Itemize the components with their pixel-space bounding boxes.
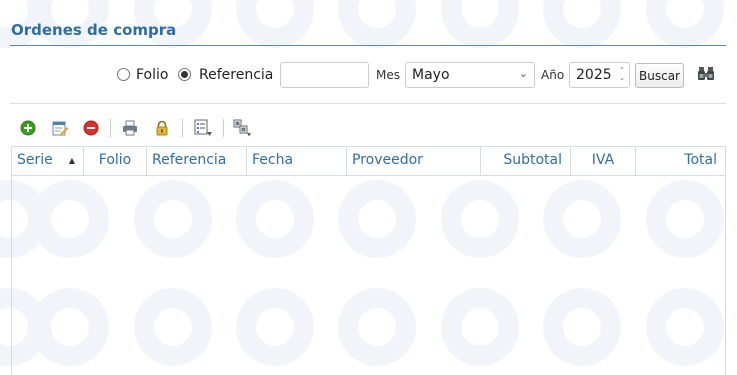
stepper-arrows-icon[interactable]: ⌃ ⌄ xyxy=(619,66,625,82)
referencia-input[interactable] xyxy=(280,62,369,88)
anio-stepper[interactable]: 2025 ⌃ ⌄ xyxy=(569,62,630,88)
toolbar-separator xyxy=(182,119,183,137)
orders-table: Serie ▲ Folio Referencia Fecha Proveedor… xyxy=(11,146,726,375)
column-iva[interactable]: IVA xyxy=(571,147,636,175)
chevron-down-icon: ⌄ xyxy=(518,67,528,80)
add-icon[interactable] xyxy=(18,118,38,138)
lock-icon[interactable] xyxy=(152,118,172,138)
column-serie[interactable]: Serie ▲ xyxy=(12,147,84,175)
radio-folio-label: Folio xyxy=(136,67,169,83)
mes-select-value: Mayo xyxy=(412,67,450,83)
column-total[interactable]: Total xyxy=(636,147,725,175)
toolbar xyxy=(0,118,737,140)
binoculars-icon[interactable] xyxy=(697,65,715,87)
toolbar-separator xyxy=(110,119,111,137)
list-export-icon[interactable] xyxy=(193,118,213,138)
sort-ascending-icon: ▲ xyxy=(68,156,75,165)
toolbar-divider xyxy=(10,103,726,104)
column-folio[interactable]: Folio xyxy=(84,147,147,175)
column-fecha[interactable]: Fecha xyxy=(247,147,347,175)
column-subtotal[interactable]: Subtotal xyxy=(481,147,571,175)
column-proveedor[interactable]: Proveedor xyxy=(347,147,481,175)
search-bar: Folio Referencia Mes Mayo ⌄ Año 2025 ⌃ ⌄ … xyxy=(0,62,737,88)
mes-label: Mes xyxy=(376,68,400,82)
table-body xyxy=(12,176,725,375)
column-referencia[interactable]: Referencia xyxy=(147,147,247,175)
radio-folio[interactable] xyxy=(117,68,130,81)
page-title: Ordenes de compra xyxy=(11,21,177,39)
buscar-button[interactable]: Buscar xyxy=(635,63,684,88)
table-header: Serie ▲ Folio Referencia Fecha Proveedor… xyxy=(12,147,725,176)
edit-icon[interactable] xyxy=(50,118,70,138)
title-divider xyxy=(10,45,726,46)
print-icon[interactable] xyxy=(120,118,140,138)
radio-referencia-label: Referencia xyxy=(199,67,274,83)
delete-icon[interactable] xyxy=(81,118,101,138)
anio-stepper-value: 2025 xyxy=(576,67,612,83)
radio-referencia[interactable] xyxy=(178,68,191,81)
transfer-icon[interactable] xyxy=(232,118,252,138)
mes-select[interactable]: Mayo ⌄ xyxy=(405,62,535,88)
toolbar-separator xyxy=(223,119,224,137)
anio-label: Año xyxy=(541,68,565,82)
